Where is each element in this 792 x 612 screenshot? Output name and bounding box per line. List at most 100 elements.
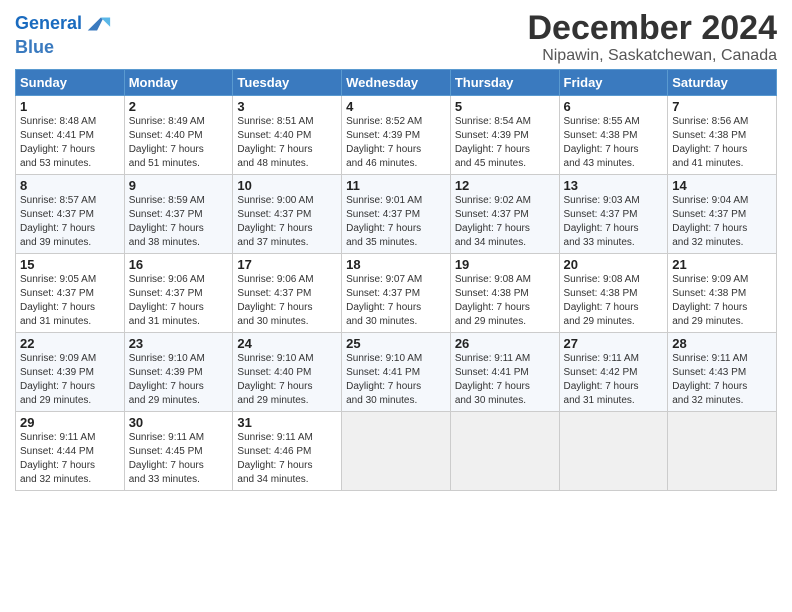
- day-number: 4: [346, 99, 446, 114]
- day-number: 9: [129, 178, 229, 193]
- cell-text: Sunrise: 9:10 AMSunset: 4:39 PMDaylight:…: [129, 353, 205, 406]
- day-number: 27: [564, 336, 664, 351]
- col-header-thursday: Thursday: [450, 70, 559, 96]
- cell-text: Sunrise: 9:06 AMSunset: 4:37 PMDaylight:…: [237, 274, 313, 327]
- cell-text: Sunrise: 8:59 AMSunset: 4:37 PMDaylight:…: [129, 195, 205, 248]
- week-row-3: 15 Sunrise: 9:05 AMSunset: 4:37 PMDayligh…: [16, 254, 777, 333]
- day-cell: [559, 412, 668, 491]
- day-number: 1: [20, 99, 120, 114]
- cell-text: Sunrise: 9:05 AMSunset: 4:37 PMDaylight:…: [20, 274, 96, 327]
- day-number: 12: [455, 178, 555, 193]
- col-header-wednesday: Wednesday: [342, 70, 451, 96]
- cell-text: Sunrise: 9:00 AMSunset: 4:37 PMDaylight:…: [237, 195, 313, 248]
- day-cell: 23 Sunrise: 9:10 AMSunset: 4:39 PMDayligh…: [124, 333, 233, 412]
- day-number: 20: [564, 257, 664, 272]
- header-row: SundayMondayTuesdayWednesdayThursdayFrid…: [16, 70, 777, 96]
- day-cell: 17 Sunrise: 9:06 AMSunset: 4:37 PMDayligh…: [233, 254, 342, 333]
- day-cell: 28Sunrise: 9:11 AMSunset: 4:43 PMDayligh…: [668, 333, 777, 412]
- day-number: 2: [129, 99, 229, 114]
- day-cell: 4 Sunrise: 8:52 AMSunset: 4:39 PMDaylight…: [342, 96, 451, 175]
- day-number: 3: [237, 99, 337, 114]
- week-row-2: 8 Sunrise: 8:57 AMSunset: 4:37 PMDaylight…: [16, 175, 777, 254]
- cell-text: Sunrise: 9:09 AMSunset: 4:38 PMDaylight:…: [672, 274, 748, 327]
- day-cell: 30 Sunrise: 9:11 AMSunset: 4:45 PMDayligh…: [124, 412, 233, 491]
- day-cell: 21Sunrise: 9:09 AMSunset: 4:38 PMDayligh…: [668, 254, 777, 333]
- cell-text: Sunrise: 8:51 AMSunset: 4:40 PMDaylight:…: [237, 116, 313, 169]
- cell-text: Sunrise: 9:11 AMSunset: 4:42 PMDaylight:…: [564, 353, 639, 406]
- day-cell: 20 Sunrise: 9:08 AMSunset: 4:38 PMDayligh…: [559, 254, 668, 333]
- logo-text: General: [15, 14, 82, 34]
- day-number: 7: [672, 99, 772, 114]
- day-cell: 6 Sunrise: 8:55 AMSunset: 4:38 PMDaylight…: [559, 96, 668, 175]
- day-cell: 7Sunrise: 8:56 AMSunset: 4:38 PMDaylight…: [668, 96, 777, 175]
- day-number: 24: [237, 336, 337, 351]
- title-block: December 2024 Nipawin, Saskatchewan, Can…: [527, 10, 777, 65]
- cell-text: Sunrise: 9:09 AMSunset: 4:39 PMDaylight:…: [20, 353, 96, 406]
- day-cell: 10 Sunrise: 9:00 AMSunset: 4:37 PMDayligh…: [233, 175, 342, 254]
- day-cell: 16Sunrise: 9:06 AMSunset: 4:37 PMDayligh…: [124, 254, 233, 333]
- week-row-5: 29 Sunrise: 9:11 AMSunset: 4:44 PMDayligh…: [16, 412, 777, 491]
- cell-text: Sunrise: 8:55 AMSunset: 4:38 PMDaylight:…: [564, 116, 640, 169]
- day-cell: [342, 412, 451, 491]
- cell-text: Sunrise: 9:11 AMSunset: 4:46 PMDaylight:…: [237, 432, 312, 485]
- day-number: 17: [237, 257, 337, 272]
- day-cell: 27 Sunrise: 9:11 AMSunset: 4:42 PMDayligh…: [559, 333, 668, 412]
- cell-text: Sunrise: 9:01 AMSunset: 4:37 PMDaylight:…: [346, 195, 422, 248]
- day-cell: 9 Sunrise: 8:59 AMSunset: 4:37 PMDaylight…: [124, 175, 233, 254]
- day-cell: 31 Sunrise: 9:11 AMSunset: 4:46 PMDayligh…: [233, 412, 342, 491]
- day-number: 26: [455, 336, 555, 351]
- day-number: 8: [20, 178, 120, 193]
- cell-text: Sunrise: 9:08 AMSunset: 4:38 PMDaylight:…: [455, 274, 531, 327]
- day-number: 14: [672, 178, 772, 193]
- cell-text: Sunrise: 9:11 AMSunset: 4:45 PMDaylight:…: [129, 432, 204, 485]
- header: General Blue December 2024 Nipawin, Sask…: [15, 10, 777, 65]
- day-number: 11: [346, 178, 446, 193]
- cell-text: Sunrise: 9:10 AMSunset: 4:40 PMDaylight:…: [237, 353, 313, 406]
- day-cell: 13 Sunrise: 9:03 AMSunset: 4:37 PMDayligh…: [559, 175, 668, 254]
- col-header-friday: Friday: [559, 70, 668, 96]
- day-cell: [668, 412, 777, 491]
- week-row-1: 1Sunrise: 8:48 AMSunset: 4:41 PMDaylight…: [16, 96, 777, 175]
- day-cell: 18Sunrise: 9:07 AMSunset: 4:37 PMDayligh…: [342, 254, 451, 333]
- cell-text: Sunrise: 8:57 AMSunset: 4:37 PMDaylight:…: [20, 195, 96, 248]
- day-number: 28: [672, 336, 772, 351]
- day-cell: 15 Sunrise: 9:05 AMSunset: 4:37 PMDayligh…: [16, 254, 125, 333]
- day-cell: 22 Sunrise: 9:09 AMSunset: 4:39 PMDayligh…: [16, 333, 125, 412]
- cell-text: Sunrise: 9:11 AMSunset: 4:44 PMDaylight:…: [20, 432, 95, 485]
- day-number: 15: [20, 257, 120, 272]
- day-cell: 1Sunrise: 8:48 AMSunset: 4:41 PMDaylight…: [16, 96, 125, 175]
- day-cell: 29 Sunrise: 9:11 AMSunset: 4:44 PMDayligh…: [16, 412, 125, 491]
- day-number: 23: [129, 336, 229, 351]
- col-header-sunday: Sunday: [16, 70, 125, 96]
- day-number: 10: [237, 178, 337, 193]
- cell-text: Sunrise: 9:11 AMSunset: 4:41 PMDaylight:…: [455, 353, 530, 406]
- cell-text: Sunrise: 9:02 AMSunset: 4:37 PMDaylight:…: [455, 195, 531, 248]
- page-container: General Blue December 2024 Nipawin, Sask…: [0, 0, 792, 499]
- week-row-4: 22 Sunrise: 9:09 AMSunset: 4:39 PMDayligh…: [16, 333, 777, 412]
- day-number: 22: [20, 336, 120, 351]
- day-number: 5: [455, 99, 555, 114]
- cell-text: Sunrise: 8:52 AMSunset: 4:39 PMDaylight:…: [346, 116, 422, 169]
- day-number: 30: [129, 415, 229, 430]
- logo-text-blue: Blue: [15, 38, 112, 58]
- day-number: 31: [237, 415, 337, 430]
- day-number: 13: [564, 178, 664, 193]
- day-cell: 8 Sunrise: 8:57 AMSunset: 4:37 PMDaylight…: [16, 175, 125, 254]
- day-cell: 11 Sunrise: 9:01 AMSunset: 4:37 PMDayligh…: [342, 175, 451, 254]
- day-cell: 25Sunrise: 9:10 AMSunset: 4:41 PMDayligh…: [342, 333, 451, 412]
- cell-text: Sunrise: 9:08 AMSunset: 4:38 PMDaylight:…: [564, 274, 640, 327]
- cell-text: Sunrise: 9:04 AMSunset: 4:37 PMDaylight:…: [672, 195, 748, 248]
- cell-text: Sunrise: 9:07 AMSunset: 4:37 PMDaylight:…: [346, 274, 422, 327]
- calendar-table: SundayMondayTuesdayWednesdayThursdayFrid…: [15, 69, 777, 491]
- cell-text: Sunrise: 9:03 AMSunset: 4:37 PMDaylight:…: [564, 195, 640, 248]
- day-cell: [450, 412, 559, 491]
- cell-text: Sunrise: 9:10 AMSunset: 4:41 PMDaylight:…: [346, 353, 422, 406]
- col-header-tuesday: Tuesday: [233, 70, 342, 96]
- day-cell: 19 Sunrise: 9:08 AMSunset: 4:38 PMDayligh…: [450, 254, 559, 333]
- day-cell: 26 Sunrise: 9:11 AMSunset: 4:41 PMDayligh…: [450, 333, 559, 412]
- day-cell: 24 Sunrise: 9:10 AMSunset: 4:40 PMDayligh…: [233, 333, 342, 412]
- day-number: 6: [564, 99, 664, 114]
- day-number: 29: [20, 415, 120, 430]
- day-number: 19: [455, 257, 555, 272]
- day-cell: 12 Sunrise: 9:02 AMSunset: 4:37 PMDayligh…: [450, 175, 559, 254]
